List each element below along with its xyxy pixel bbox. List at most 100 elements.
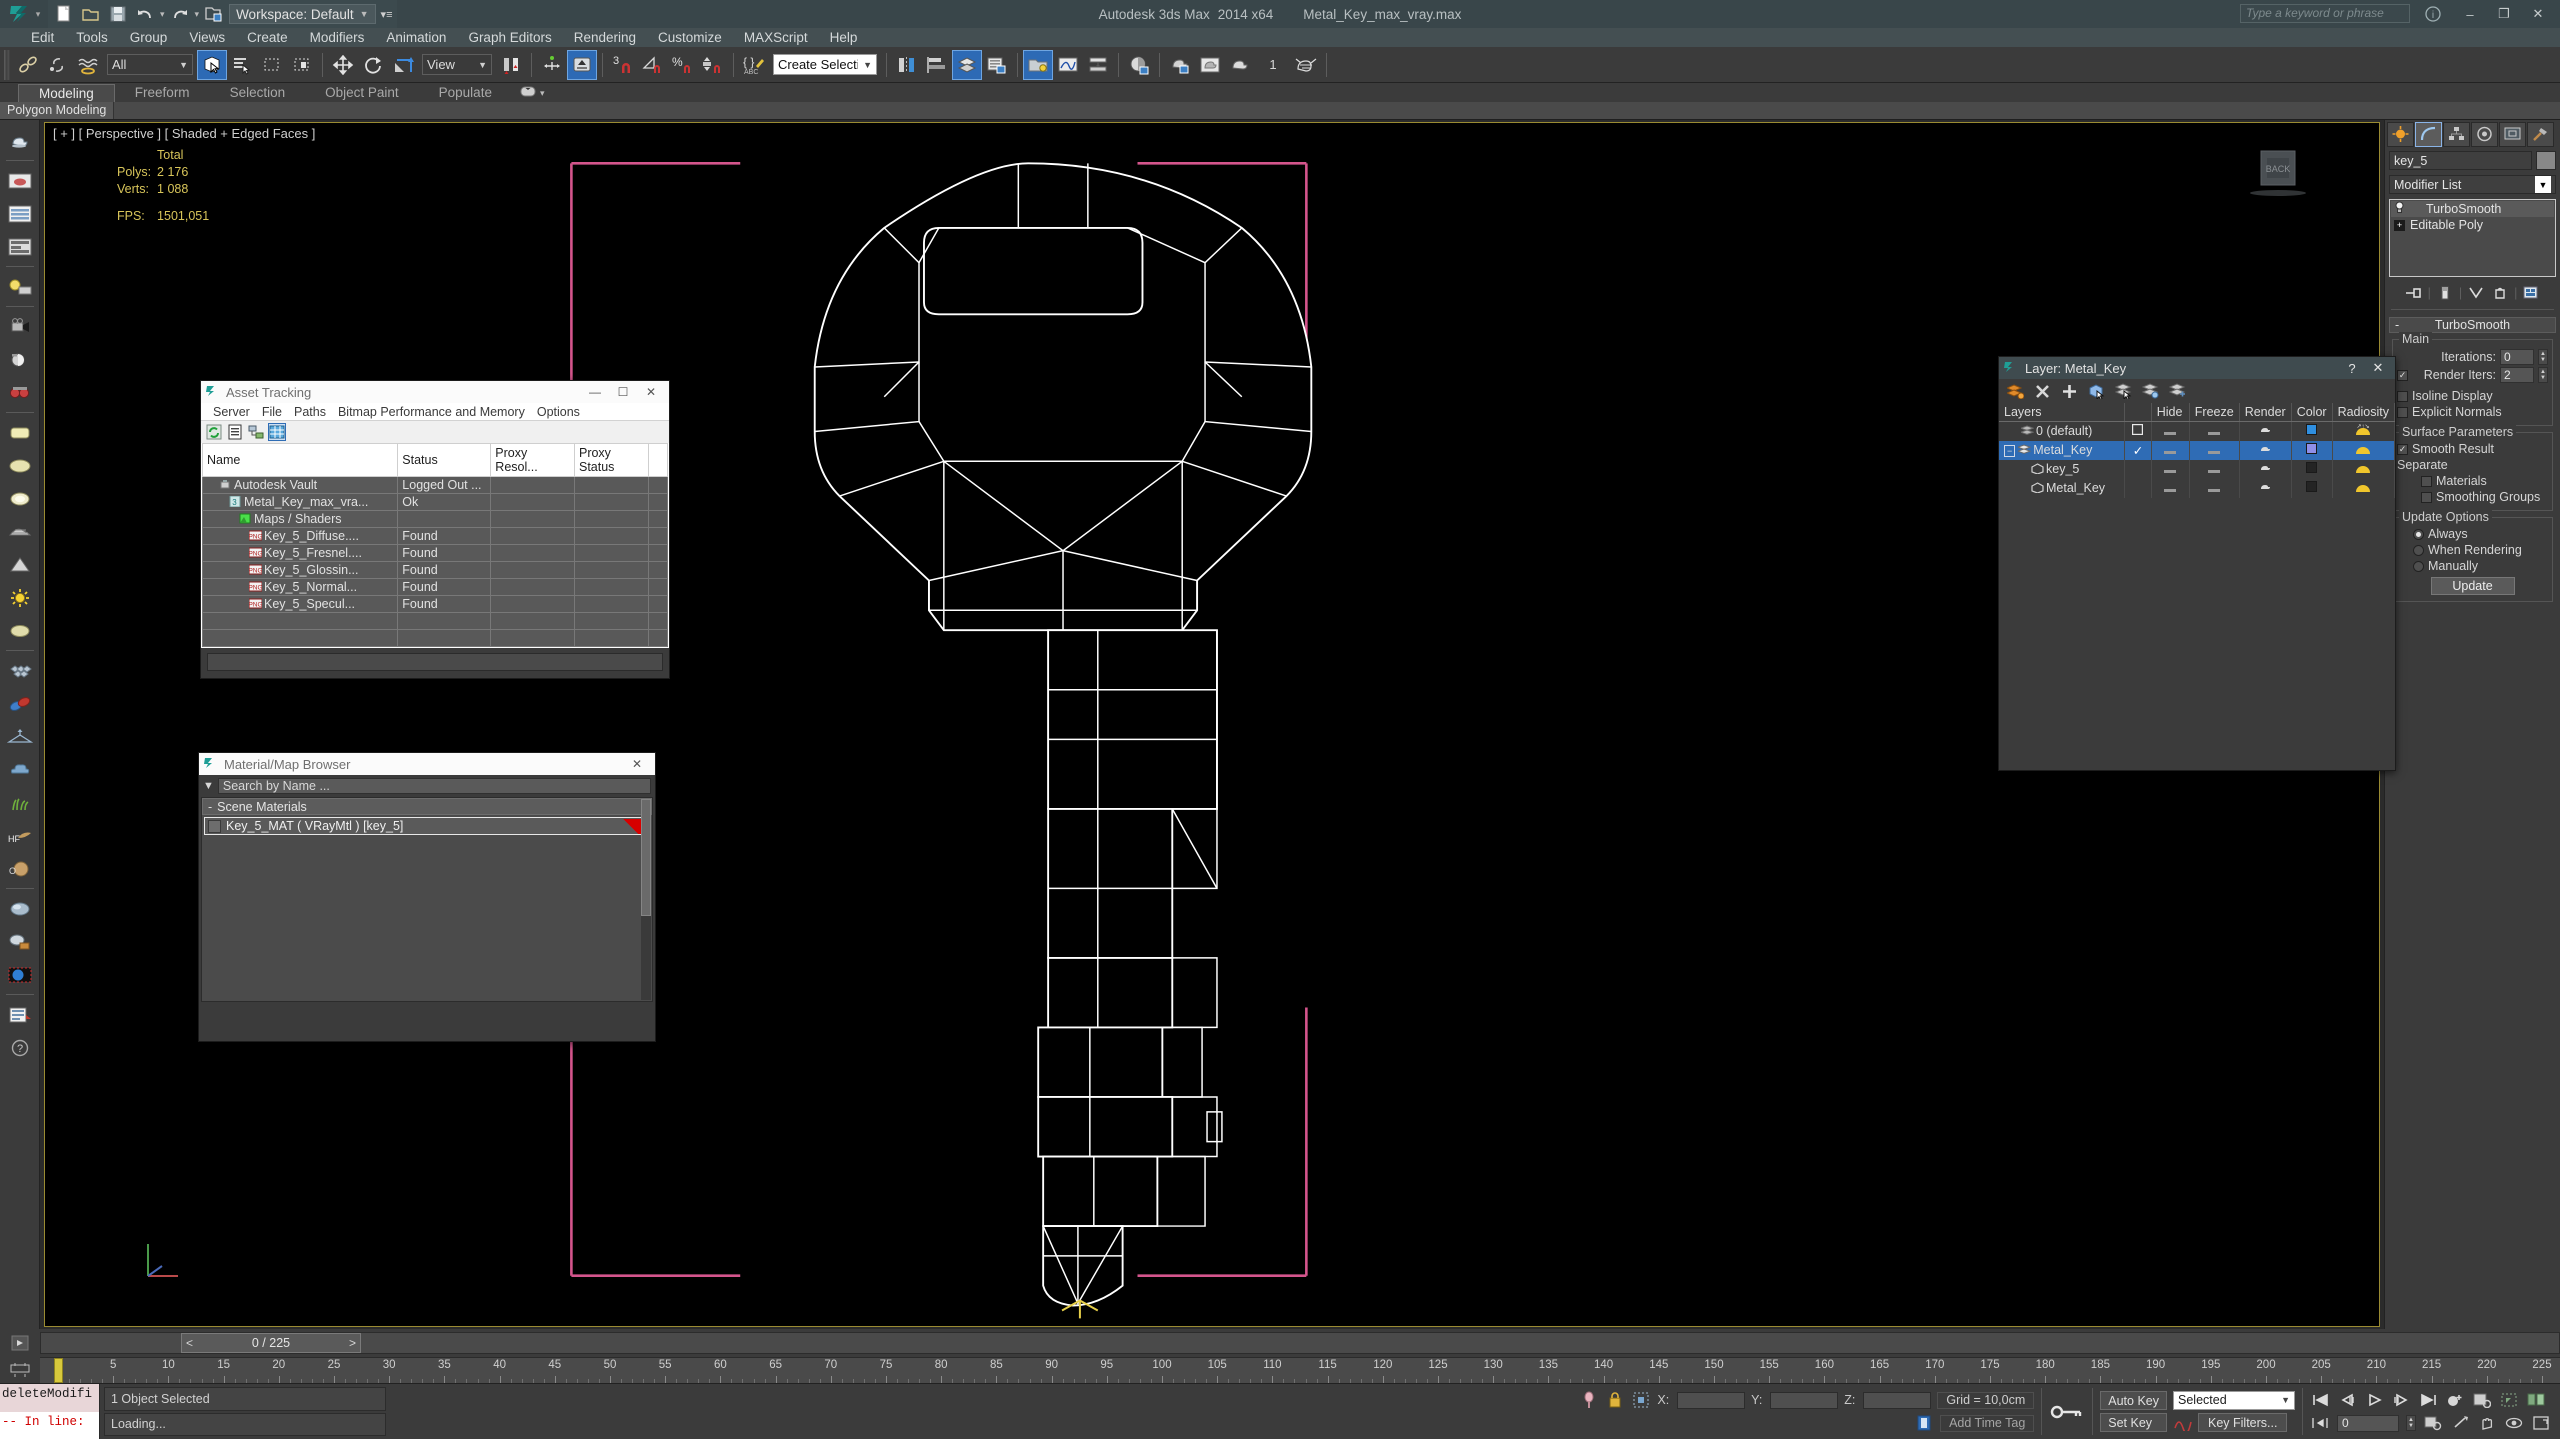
at-menu-file[interactable]: File	[256, 403, 288, 421]
scene-explorer-icon[interactable]	[982, 50, 1012, 80]
undo-icon[interactable]	[133, 3, 157, 25]
bind-to-space-warp-icon[interactable]	[73, 50, 103, 80]
table-row[interactable]	[203, 630, 668, 647]
rendered-frame-window-icon[interactable]	[1195, 50, 1225, 80]
render-iters-value[interactable]: 2	[2500, 367, 2534, 383]
pin-stack-icon[interactable]	[2404, 284, 2424, 302]
menu-item-rendering[interactable]: Rendering	[563, 28, 647, 47]
reference-coordinate-system-combo[interactable]: View ▼	[422, 54, 492, 75]
mmb-material-item[interactable]: Key_5_MAT ( VRayMtl ) [key_5]	[204, 817, 650, 835]
mirror-icon[interactable]	[892, 50, 922, 80]
help-icon[interactable]: ?	[3, 1031, 37, 1064]
menu-item-group[interactable]: Group	[119, 28, 179, 47]
absolute-relative-toggle-icon[interactable]	[1579, 1390, 1599, 1410]
zoom-extents-all-icon[interactable]	[2526, 1390, 2546, 1410]
time-config-icon[interactable]	[2423, 1413, 2443, 1433]
at-menu-server[interactable]: Server	[207, 403, 256, 421]
z-coord-field[interactable]	[1863, 1392, 1931, 1409]
menu-item-graph-editors[interactable]: Graph Editors	[457, 28, 562, 47]
tab-motion[interactable]	[2471, 122, 2498, 147]
open-file-icon[interactable]	[79, 3, 103, 25]
angle-snap-toggle-icon[interactable]	[638, 50, 668, 80]
minimize-button[interactable]: –	[2454, 1, 2486, 27]
dependency-view-icon[interactable]	[247, 423, 265, 441]
layer-row[interactable]: key_5	[1999, 460, 2395, 479]
redo-icon[interactable]	[168, 3, 192, 25]
render-production-icon[interactable]	[1225, 50, 1255, 80]
highlight-selected-objects-icon[interactable]	[2142, 383, 2159, 400]
close-button[interactable]: ✕	[2522, 1, 2554, 27]
asset-tracking-path-field[interactable]	[207, 653, 663, 671]
at-menu-bitmap-performance[interactable]: Bitmap Performance and Memory	[332, 403, 531, 421]
ribbon-tab-freeform[interactable]: Freeform	[115, 84, 210, 102]
viewport-label[interactable]: [ + ] [ Perspective ] [ Shaded + Edged F…	[53, 126, 315, 141]
layer-col-color[interactable]: Color	[2291, 403, 2332, 422]
asset-tracking-title-bar[interactable]: Asset Tracking — ☐ ✕	[201, 381, 669, 403]
table-row[interactable]	[203, 613, 668, 630]
render-teapot-icon[interactable]	[2258, 424, 2273, 438]
hide-toggle[interactable]	[2164, 451, 2176, 454]
previous-frame-icon[interactable]	[2337, 1390, 2357, 1410]
asset-tracking-dialog[interactable]: Asset Tracking — ☐ ✕ Server File Paths B…	[200, 380, 670, 679]
table-row[interactable]: PNGKey_5_Normal... Found	[203, 579, 668, 596]
render-setup-icon[interactable]	[1165, 50, 1195, 80]
toggle-scene-explorer-icon[interactable]	[1023, 50, 1053, 80]
zoom-extents-icon[interactable]	[2499, 1390, 2519, 1410]
named-selection-sets-combo[interactable]: Create Selection Se ▼	[773, 54, 877, 75]
open-mini-curve-editor-button[interactable]	[0, 1357, 40, 1383]
vray-metaball-icon[interactable]	[3, 687, 37, 720]
selection-filter-combo[interactable]: All ▼	[107, 54, 193, 75]
modifier-list-dropdown[interactable]: Modifier List ▼	[2389, 175, 2556, 194]
set-key-button[interactable]: Set Key	[2100, 1413, 2167, 1432]
modifier-stack[interactable]: TurboSmooth + Editable Poly	[2389, 199, 2556, 277]
vray-proxy-icon[interactable]	[3, 654, 37, 687]
mmb-search-input[interactable]: Search by Name ...	[218, 778, 651, 794]
curve-editor-icon[interactable]	[1053, 50, 1083, 80]
render-region-icon[interactable]	[3, 958, 37, 991]
menu-item-edit[interactable]: Edit	[20, 28, 65, 47]
col-proxy-resolution[interactable]: Proxy Resol...	[491, 444, 575, 477]
delete-layer-icon[interactable]	[2034, 383, 2051, 400]
modifier-stack-item-turbosmooth[interactable]: TurboSmooth	[2391, 201, 2554, 217]
unlink-selection-icon[interactable]	[43, 50, 73, 80]
search-input[interactable]: Type a keyword or phrase	[2240, 4, 2410, 23]
at-menu-options[interactable]: Options	[531, 403, 586, 421]
qat-overflow-icon[interactable]: ▾≡	[381, 8, 393, 21]
grid-view-icon[interactable]	[268, 423, 286, 441]
update-always-radio[interactable]	[2413, 529, 2424, 540]
use-transform-center-icon[interactable]	[567, 50, 597, 80]
add-to-layer-icon[interactable]	[2061, 383, 2078, 400]
radiosity-icon[interactable]	[2354, 463, 2372, 477]
menu-item-maxscript[interactable]: MAXScript	[733, 28, 819, 47]
schematic-view-icon[interactable]	[1083, 50, 1113, 80]
snaps-toggle-3-icon[interactable]: 3	[608, 50, 638, 80]
stereo-camera-icon[interactable]	[3, 376, 37, 409]
col-proxy-status[interactable]: Proxy Status	[574, 444, 648, 477]
key-mode-selection-combo[interactable]: Selected ▼	[2173, 1391, 2295, 1410]
ribbon-minimize-icon[interactable]	[520, 85, 536, 102]
layer-color-swatch[interactable]	[2306, 424, 2317, 435]
layer-dialog[interactable]: Layer: Metal_Key ? ✕ L	[1998, 356, 2396, 771]
ribbon-tab-modeling[interactable]: Modeling	[18, 84, 115, 102]
isoline-display-checkbox[interactable]	[2397, 391, 2408, 402]
select-by-name-icon[interactable]	[227, 50, 257, 80]
select-and-link-icon[interactable]	[13, 50, 43, 80]
collapse-icon[interactable]: -	[208, 800, 212, 814]
menu-item-views[interactable]: Views	[178, 28, 236, 47]
make-unique-icon[interactable]	[2466, 284, 2486, 302]
freeze-toggle[interactable]	[2208, 451, 2220, 454]
configure-modifier-sets-icon[interactable]	[2521, 284, 2541, 302]
key-mode-nav-icon[interactable]	[2310, 1413, 2330, 1433]
x-coord-field[interactable]	[1677, 1392, 1745, 1409]
select-object-icon[interactable]	[197, 50, 227, 80]
workspace-selector[interactable]: Workspace: Default ▼	[229, 4, 375, 24]
table-row[interactable]: Maps / Shaders	[203, 511, 668, 528]
select-objects-in-layer-icon[interactable]	[2088, 383, 2105, 400]
layer-close-button[interactable]: ✕	[2365, 360, 2391, 376]
info-icon[interactable]: i	[2424, 5, 2442, 23]
3dsmax-logo-icon[interactable]: ▾	[0, 0, 48, 28]
modifier-stack-item-editable-poly[interactable]: + Editable Poly	[2391, 217, 2554, 233]
maximize-viewport-icon[interactable]	[2531, 1413, 2551, 1433]
rectangular-selection-region-icon[interactable]	[257, 50, 287, 80]
layer-col-freeze[interactable]: Freeze	[2189, 403, 2239, 422]
